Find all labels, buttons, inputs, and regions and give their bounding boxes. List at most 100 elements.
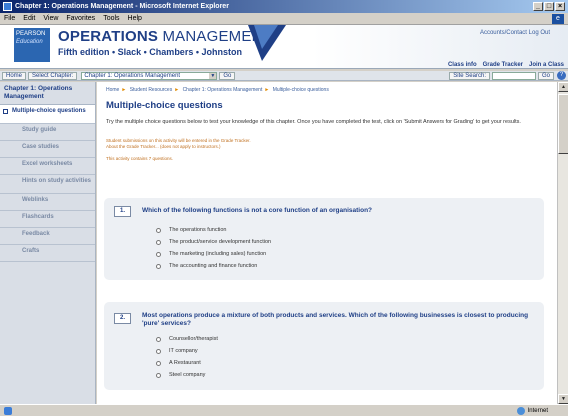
answer-label: The marketing (including sales) function [169, 251, 267, 257]
site-header: PEARSON Education OPERATIONS MANAGEMENT … [0, 25, 568, 69]
answer-option[interactable]: The operations function [156, 227, 226, 233]
select-chapter-label: Select Chapter: [28, 71, 78, 80]
answer-option[interactable]: The marketing (including sales) function [156, 251, 266, 257]
breadcrumb: Home ► Student Resources ► Chapter 1: Oper… [106, 82, 548, 93]
answer-option[interactable]: A Restaurant [156, 360, 201, 366]
close-button[interactable]: × [555, 2, 565, 11]
header-swoosh-graphic [248, 25, 286, 61]
site-search-label: Site Search: [449, 71, 490, 80]
breadcrumb-student-resources[interactable]: Student Resources [130, 87, 173, 93]
question-number: 2. [114, 313, 131, 324]
scroll-up-icon[interactable]: ▲ [558, 82, 568, 92]
menu-help[interactable]: Help [128, 15, 142, 22]
sidebar-item-label: Case studies [22, 144, 60, 150]
activity-count: This activity contains 7 questions. [106, 156, 174, 161]
chapter-select[interactable]: Chapter 1: Operations Management ▼ [81, 71, 218, 80]
home-button[interactable]: Home [2, 71, 27, 80]
answer-label: Counsellor/therapist [169, 336, 218, 342]
answer-option[interactable]: IT company [156, 348, 198, 354]
menu-file[interactable]: File [4, 15, 15, 22]
sidebar-item-case-studies[interactable]: Case studies [0, 141, 95, 158]
sidebar-item-multiple-choice[interactable]: Multiple-choice questions [0, 105, 95, 124]
sidebar-item-crafts[interactable]: Crafts [0, 245, 95, 262]
chapter-go-button[interactable]: Go [219, 71, 236, 80]
ie-app-icon [3, 2, 12, 11]
answer-label: Steel company [169, 372, 206, 378]
breadcrumb-separator-icon: ► [121, 87, 127, 93]
radio-button[interactable] [156, 239, 161, 245]
answer-option[interactable]: Steel company [156, 372, 205, 378]
zone-label: Internet [527, 407, 548, 414]
answer-option[interactable]: The accounting and finance function [156, 263, 257, 269]
security-zone: Internet [516, 406, 548, 415]
sidebar-item-excel-worksheets[interactable]: Excel worksheets [0, 158, 95, 175]
publisher-logo[interactable]: PEARSON Education [14, 28, 50, 62]
search-go-button[interactable]: Go [537, 71, 554, 80]
maximize-button[interactable]: □ [544, 2, 554, 11]
publisher-name: PEARSON [16, 31, 46, 37]
vertical-scrollbar[interactable]: ▲ ▼ [557, 82, 568, 404]
chevron-down-icon[interactable]: ▼ [209, 72, 217, 79]
book-title-bold: OPERATIONS [58, 28, 159, 45]
book-subtitle: Fifth edition • Slack • Chambers • Johns… [58, 47, 242, 57]
menu-edit[interactable]: Edit [23, 15, 35, 22]
tab-class-info[interactable]: Class info [448, 62, 477, 68]
account-link[interactable]: Accounts/Contact Log Out [480, 30, 550, 36]
sidebar-chapter-heading: Chapter 1: Operations Management [0, 82, 95, 105]
sidebar-item-label: Multiple-choice questions [12, 108, 86, 114]
main-content: Home ► Student Resources ► Chapter 1: Oper… [97, 82, 557, 404]
sidebar-item-hints[interactable]: Hints on study activities [0, 175, 95, 194]
intro-text: Try the multiple choice questions below … [106, 119, 521, 125]
menu-tools[interactable]: Tools [103, 15, 119, 22]
menu-view[interactable]: View [43, 15, 58, 22]
answer-option[interactable]: Counsellor/therapist [156, 336, 218, 342]
breadcrumb-home[interactable]: Home [106, 87, 119, 93]
question-card: 2. Most operations produce a mixture of … [104, 302, 544, 390]
radio-button[interactable] [156, 263, 161, 269]
radio-button[interactable] [156, 348, 161, 354]
search-input[interactable] [491, 71, 536, 80]
sidebar-item-study-guide[interactable]: Study guide [0, 124, 95, 141]
scroll-down-icon[interactable]: ▼ [558, 394, 568, 404]
sidebar-item-feedback[interactable]: Feedback [0, 228, 95, 245]
radio-button[interactable] [156, 372, 161, 378]
page-status-icon [4, 406, 12, 415]
page-title: Multiple-choice questions [106, 100, 223, 111]
sidebar-item-label: Study guide [22, 127, 57, 133]
radio-button[interactable] [156, 227, 161, 233]
sidebar-item-label: Hints on study activities [22, 178, 92, 184]
answer-option[interactable]: The product/service development function [156, 239, 271, 245]
sidebar-item-weblinks[interactable]: Weblinks [0, 194, 95, 211]
breadcrumb-chapter[interactable]: Chapter 1: Operations Management [183, 87, 263, 93]
breadcrumb-separator-icon: ► [264, 87, 270, 93]
chapter-select-value: Chapter 1: Operations Management [84, 72, 181, 79]
scroll-thumb[interactable] [558, 94, 568, 154]
publisher-subname: Education [16, 39, 43, 45]
answer-label: The product/service development function [169, 239, 272, 245]
grade-tracker-link[interactable]: About the Grade Tracker... (does not app… [106, 144, 548, 150]
tab-grade-tracker[interactable]: Grade Tracker [483, 62, 523, 68]
tab-join-class[interactable]: Join a Class [529, 62, 564, 68]
radio-button[interactable] [156, 360, 161, 366]
question-card: 1. Which of the following functions is n… [104, 198, 544, 280]
sidebar-item-label: Flashcards [22, 214, 54, 220]
answer-label: IT company [169, 348, 198, 354]
windows-logo-icon: e [552, 14, 564, 24]
sidebar-item-label: Excel worksheets [22, 161, 73, 167]
internet-globe-icon [516, 406, 525, 415]
window-title: Chapter 1: Operations Management - Micro… [15, 3, 229, 10]
sidebar-item-flashcards[interactable]: Flashcards [0, 211, 95, 228]
minimize-button[interactable]: _ [533, 2, 543, 11]
radio-button[interactable] [156, 251, 161, 257]
sidebar-item-label: Weblinks [22, 197, 49, 203]
chapter-navbar: Home Select Chapter: Chapter 1: Operatio… [0, 71, 568, 81]
menu-favorites[interactable]: Favorites [66, 15, 95, 22]
book-title: OPERATIONS MANAGEMENT [58, 28, 272, 45]
sidebar-item-label: Feedback [22, 231, 50, 237]
answer-label: The operations function [169, 227, 227, 233]
help-icon[interactable]: ? [557, 71, 566, 80]
radio-button[interactable] [156, 336, 161, 342]
menu-bar: File Edit View Favorites Tools Help [0, 13, 568, 25]
breadcrumb-current: Multiple-choice questions [272, 87, 329, 93]
sidebar-item-label: Crafts [22, 248, 40, 254]
